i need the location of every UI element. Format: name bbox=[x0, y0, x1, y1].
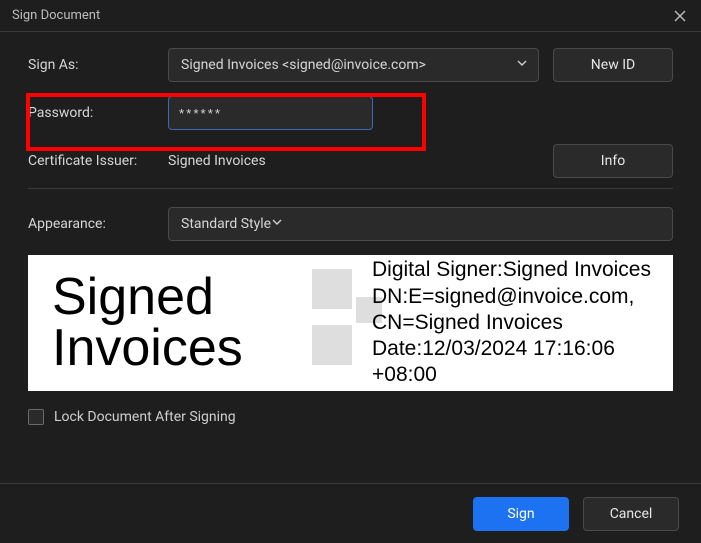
close-icon[interactable] bbox=[671, 7, 689, 25]
divider bbox=[28, 188, 673, 189]
titlebar: Sign Document bbox=[0, 0, 701, 32]
chevron-down-icon bbox=[271, 216, 283, 232]
issuer-row: Certificate Issuer: Signed Invoices Info bbox=[28, 144, 673, 178]
lock-checkbox[interactable] bbox=[28, 409, 44, 425]
sign-label: Sign bbox=[507, 506, 534, 522]
cancel-button[interactable]: Cancel bbox=[583, 497, 679, 531]
signature-details: Digital Signer:Signed Invoices DN:E=sign… bbox=[372, 257, 655, 388]
new-id-button[interactable]: New ID bbox=[553, 48, 673, 82]
footer: Sign Cancel bbox=[0, 483, 701, 543]
appearance-row: Appearance: Standard Style bbox=[28, 207, 673, 241]
dialog-title: Sign Document bbox=[12, 8, 100, 23]
lock-row: Lock Document After Signing bbox=[28, 409, 673, 425]
appearance-select[interactable]: Standard Style bbox=[168, 207, 673, 241]
password-row: Password: bbox=[28, 96, 673, 130]
sign-as-select[interactable]: Signed Invoices <signed@invoice.com> bbox=[168, 48, 539, 82]
sign-as-row: Sign As: Signed Invoices <signed@invoice… bbox=[28, 48, 673, 82]
issuer-label: Certificate Issuer: bbox=[28, 153, 168, 169]
appearance-label: Appearance: bbox=[28, 216, 168, 232]
new-id-label: New ID bbox=[591, 57, 635, 73]
sign-button[interactable]: Sign bbox=[473, 497, 569, 531]
info-button[interactable]: Info bbox=[553, 144, 673, 178]
signature-name: Signed Invoices bbox=[52, 272, 352, 374]
appearance-value: Standard Style bbox=[181, 216, 271, 232]
lock-label: Lock Document After Signing bbox=[54, 409, 236, 425]
signature-preview: Signed Invoices Digital Signer:Signed In… bbox=[28, 255, 673, 391]
sign-as-label: Sign As: bbox=[28, 57, 168, 73]
password-label: Password: bbox=[28, 105, 168, 121]
issuer-value: Signed Invoices bbox=[168, 153, 539, 169]
info-label: Info bbox=[601, 153, 625, 169]
chevron-down-icon bbox=[516, 57, 528, 73]
cancel-label: Cancel bbox=[610, 506, 653, 522]
sign-as-value: Signed Invoices <signed@invoice.com> bbox=[181, 57, 426, 73]
password-input[interactable] bbox=[168, 96, 373, 130]
